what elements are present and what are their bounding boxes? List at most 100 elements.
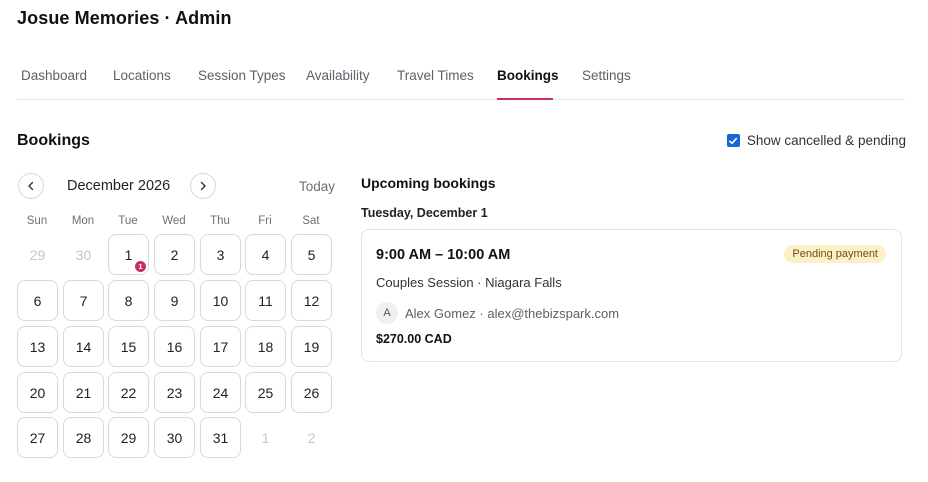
calendar-day[interactable]: 27 [17,417,58,458]
calendar-day-number: 4 [261,246,270,263]
tab-locations[interactable]: Locations [113,68,171,83]
show-cancelled-toggle[interactable]: Show cancelled & pending [726,133,906,148]
calendar-day[interactable]: 15 [108,326,149,367]
active-tab-indicator [497,98,553,100]
weekday-label: Fri [258,215,272,227]
calendar-day-number: 8 [124,292,133,309]
avatar: A [376,302,398,324]
calendar-day[interactable]: 28 [63,417,104,458]
tab-availability[interactable]: Availability [306,68,370,83]
calendar-day[interactable]: 24 [200,372,241,413]
tab-settings[interactable]: Settings [582,68,631,83]
weekday-label: Sun [26,215,48,227]
calendar-day[interactable]: 9 [154,280,195,321]
calendar-day[interactable]: 6 [17,280,58,321]
calendar-day[interactable]: 16 [154,326,195,367]
booking-session: Couples Session · Niagara Falls [376,275,562,290]
calendar-day-number: 29 [120,429,137,446]
calendar-day[interactable]: 12 [291,280,332,321]
calendar-day[interactable]: 3 [200,234,241,275]
calendar-day[interactable]: 4 [245,234,286,275]
calendar-day[interactable]: 10 [200,280,241,321]
calendar-day[interactable]: 29 [108,417,149,458]
calendar-day-number: 11 [258,292,273,309]
calendar-day-number: 30 [166,429,183,446]
calendar-day-number: 29 [29,246,46,263]
calendar-day[interactable]: 18 [245,326,286,367]
calendar-day-number: 6 [33,292,42,309]
calendar-day[interactable]: 30 [154,417,195,458]
calendar-day[interactable]: 8 [108,280,149,321]
calendar-day-number: 18 [257,338,274,355]
calendar-day-number: 9 [170,292,179,309]
calendar-day-number: 17 [212,338,229,355]
calendar-day-number: 1 [124,246,133,263]
calendar-day[interactable]: 5 [291,234,332,275]
calendar-day-number: 24 [212,384,229,401]
tab-session-types[interactable]: Session Types [198,68,286,83]
calendar-day-number: 1 [261,429,270,446]
calendar-day[interactable]: 13 [17,326,58,367]
booking-client: A Alex Gomez · alex@thebizspark.com [376,302,619,324]
weekday-label: Mon [71,215,95,227]
calendar-day[interactable]: 2 [154,234,195,275]
booking-count-badge: 1 [135,261,146,272]
calendar-day-number: 2 [170,246,179,263]
calendar-day-number: 13 [29,338,46,355]
calendar-day-number: 14 [75,338,92,355]
calendar-day[interactable]: 11 [245,280,286,321]
calendar-day[interactable]: 31 [200,417,241,458]
calendar-day-number: 5 [307,246,316,263]
prev-month-button[interactable] [18,173,44,199]
status-badge: Pending payment [784,245,886,263]
checkbox-checked-icon[interactable] [726,134,740,147]
calendar-day-outside-month: 2 [291,417,332,458]
calendar-day-number: 31 [212,429,229,446]
client-details: Alex Gomez · alex@thebizspark.com [405,305,620,321]
calendar-day-outside-month: 30 [63,234,104,275]
tab-dashboard[interactable]: Dashboard [21,68,87,83]
main-tabs: Dashboard Locations Session Types Availa… [17,59,905,100]
calendar-day-number: 10 [212,292,229,309]
calendar-day[interactable]: 11 [108,234,149,275]
upcoming-bookings-heading: Upcoming bookings [361,175,496,191]
calendar-day-number: 27 [29,429,46,446]
calendar-day-number: 19 [303,338,320,355]
calendar-day-outside-month: 29 [17,234,58,275]
calendar-day[interactable]: 23 [154,372,195,413]
calendar-day-number: 7 [79,292,88,309]
calendar-day-number: 25 [257,384,274,401]
calendar-day[interactable]: 20 [17,372,58,413]
calendar-day-number: 26 [303,384,320,401]
today-button[interactable]: Today [299,179,335,194]
calendar-day[interactable]: 21 [63,372,104,413]
tab-bookings[interactable]: Bookings [497,68,559,83]
booking-date-heading: Tuesday, December 1 [361,206,488,220]
calendar-day[interactable]: 19 [291,326,332,367]
booking-card[interactable]: 9:00 AM – 10:00 AM Pending payment Coupl… [361,229,902,362]
calendar-day[interactable]: 26 [291,372,332,413]
weekday-label: Wed [162,215,186,227]
calendar-day[interactable]: 14 [63,326,104,367]
calendar-day[interactable]: 25 [245,372,286,413]
calendar-day-number: 12 [303,292,320,309]
weekday-label: Tue [118,215,138,227]
calendar-day-number: 20 [29,384,46,401]
calendar-day[interactable]: 7 [63,280,104,321]
calendar-day-number: 21 [75,384,92,401]
calendar-day-outside-month: 1 [245,417,286,458]
chevron-right-icon [200,181,206,191]
booking-price: $270.00 CAD [376,332,452,346]
calendar-day-number: 23 [166,384,183,401]
calendar-day[interactable]: 22 [108,372,149,413]
app-title: Josue Memories · Admin [17,8,232,28]
tab-travel-times[interactable]: Travel Times [397,68,474,83]
calendar-day-number: 15 [120,338,137,355]
calendar-day-number: 28 [75,429,92,446]
chevron-left-icon [28,181,34,191]
calendar-day-number: 16 [166,338,183,355]
next-month-button[interactable] [190,173,216,199]
calendar-day-number: 2 [307,429,316,446]
calendar-day[interactable]: 17 [200,326,241,367]
calendar-day-number: 30 [75,246,92,263]
